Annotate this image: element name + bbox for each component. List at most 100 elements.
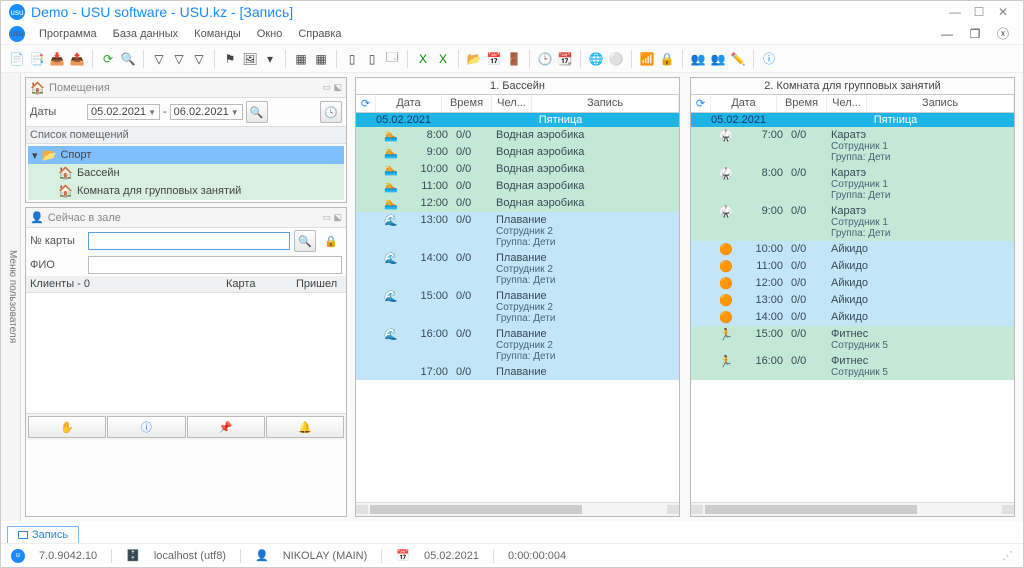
tb-exit-icon[interactable]: 🚪 <box>506 51 522 67</box>
tb-refresh-icon[interactable]: ⟳ <box>100 51 116 67</box>
tb-brush-icon[interactable]: ✏️ <box>730 51 746 67</box>
refresh-column-icon[interactable]: ⟳ <box>691 95 711 112</box>
house-icon: 🏠 <box>30 81 45 95</box>
schedule-row[interactable]: 🌊14:000/0ПлаваниеСотрудник 2Группа: Дети <box>356 250 679 288</box>
search-card-button[interactable]: 🔍 <box>294 230 316 252</box>
h-scrollbar[interactable] <box>691 502 1014 516</box>
tb-excel-icon[interactable]: X <box>415 51 431 67</box>
tb-ball-icon[interactable]: ⚪ <box>608 51 624 67</box>
schedule-row[interactable]: 🌊16:000/0ПлаваниеСотрудник 2Группа: Дети <box>356 326 679 364</box>
tb-excel2-icon[interactable]: X <box>435 51 451 67</box>
tree-item-pool[interactable]: 🏠 Бассейн <box>28 164 344 182</box>
tb-filter3-icon[interactable]: ▽ <box>191 51 207 67</box>
tb-save-icon[interactable]: 📥 <box>49 51 65 67</box>
user-menu-tab[interactable]: Меню пользователя <box>1 73 21 521</box>
tb-layout1-icon[interactable]: ▯ <box>344 51 360 67</box>
tb-info-icon[interactable]: ⓘ <box>761 51 777 67</box>
status-host: localhost (utf8) <box>154 550 226 562</box>
resize-grip-icon[interactable]: ⋰ <box>1002 549 1013 562</box>
refresh-column-icon[interactable]: ⟳ <box>356 95 376 112</box>
tb-globe-icon[interactable]: 🌐 <box>588 51 604 67</box>
schedule-row[interactable]: 🏊12:000/0Водная аэробика <box>356 195 679 212</box>
tb-export-icon[interactable]: 📤 <box>69 51 85 67</box>
tree-item-grouproom[interactable]: 🏠 Комната для групповых занятий <box>28 182 344 200</box>
menu-database[interactable]: База данных <box>107 26 185 42</box>
lock-button[interactable]: 🔒 <box>320 230 342 252</box>
pin-button[interactable]: 📌 <box>187 416 265 438</box>
status-date: 05.02.2021 <box>424 550 479 562</box>
child-restore-button[interactable]: ❐ <box>963 25 987 43</box>
house-icon: 🏠 <box>58 166 73 180</box>
schedule-row[interactable]: 🟠11:000/0Айкидо <box>691 258 1014 275</box>
tb-layout2-icon[interactable]: ▯ <box>364 51 380 67</box>
card-number-label: № карты <box>30 235 84 247</box>
tb-window-icon[interactable]: 🗔 <box>384 51 400 67</box>
tb-flag-icon[interactable]: ⚑ <box>222 51 238 67</box>
info-button[interactable]: ⓘ <box>107 416 185 438</box>
tb-rss-icon[interactable]: 📶 <box>639 51 655 67</box>
tb-folder-open-icon[interactable]: 📂 <box>466 51 482 67</box>
tb-image-icon[interactable]: 🖼 <box>242 51 258 67</box>
schedule-row[interactable]: 🥋9:000/0КаратэСотрудник 1Группа: Дети <box>691 203 1014 241</box>
clients-list[interactable] <box>26 293 346 413</box>
minimize-button[interactable]: — <box>943 5 967 19</box>
maximize-button[interactable]: ☐ <box>967 5 991 19</box>
schedule-row[interactable]: 17:000/0Плавание <box>356 364 679 380</box>
tree-root-sport[interactable]: ▾ Спорт <box>28 146 344 164</box>
menu-help[interactable]: Справка <box>292 26 347 42</box>
tree-collapse-icon[interactable]: ▾ <box>32 149 38 162</box>
bell-button[interactable]: 🔔 <box>266 416 344 438</box>
schedule-row[interactable]: 🟠10:000/0Айкидо <box>691 241 1014 258</box>
schedule-row[interactable]: 🌊13:000/0ПлаваниеСотрудник 2Группа: Дети <box>356 212 679 250</box>
schedule-row[interactable]: 🏊11:000/0Водная аэробика <box>356 178 679 195</box>
schedule-row[interactable]: 🟠13:000/0Айкидо <box>691 292 1014 309</box>
house-icon: 🏠 <box>58 184 73 198</box>
tb-users2-icon[interactable]: 👥 <box>710 51 726 67</box>
tb-search-icon[interactable]: 🔍 <box>120 51 136 67</box>
schedule-row[interactable]: 🥋7:000/0КаратэСотрудник 1Группа: Дети <box>691 127 1014 165</box>
panel-collapse-icon[interactable]: ▭ ⬕ <box>322 212 342 223</box>
child-close-button[interactable]: ⓧ <box>991 23 1015 44</box>
clock-dates-button[interactable]: 🕓 <box>320 101 342 123</box>
rooms-panel: 🏠 Помещения ▭ ⬕ Даты 05.02.2021▼ - 06.02… <box>25 77 347 203</box>
card-number-input[interactable] <box>88 232 290 250</box>
menu-program[interactable]: Программа <box>33 26 103 42</box>
close-button[interactable]: ✕ <box>991 5 1015 19</box>
schedule-row[interactable]: 🟠14:000/0Айкидо <box>691 309 1014 326</box>
tb-clock-icon[interactable]: 🕒 <box>537 51 553 67</box>
sched2-rows[interactable]: 05.02.2021Пятница🥋7:000/0КаратэСотрудник… <box>691 113 1014 502</box>
tb-filter-clear-icon[interactable]: ▽ <box>171 51 187 67</box>
schedule-row[interactable]: 🏊10:000/0Водная аэробика <box>356 161 679 178</box>
tab-record[interactable]: Запись <box>7 526 79 543</box>
tb-calendar-icon[interactable]: 📆 <box>557 51 573 67</box>
schedule-row[interactable]: 🏊8:000/0Водная аэробика <box>356 127 679 144</box>
date-from-combo[interactable]: 05.02.2021▼ <box>87 104 160 120</box>
menu-logo-icon: usu <box>9 26 25 42</box>
tb-copy-icon[interactable]: 📑 <box>29 51 45 67</box>
schedule-row[interactable]: 🟠12:000/0Айкидо <box>691 275 1014 292</box>
fio-input[interactable] <box>88 256 342 274</box>
h-scrollbar[interactable] <box>356 502 679 516</box>
schedule-row[interactable]: 🏃15:000/0ФитнесСотрудник 5 <box>691 326 1014 353</box>
tb-dropdown-icon[interactable]: ▾ <box>262 51 278 67</box>
hand-button[interactable]: ✋ <box>28 416 106 438</box>
panel-collapse-icon[interactable]: ▭ ⬕ <box>322 82 342 93</box>
tb-grid2-icon[interactable]: ▦ <box>313 51 329 67</box>
tb-event-icon[interactable]: 📅 <box>486 51 502 67</box>
schedule-row[interactable]: 🌊15:000/0ПлаваниеСотрудник 2Группа: Дети <box>356 288 679 326</box>
menu-window[interactable]: Окно <box>251 26 289 42</box>
tb-users1-icon[interactable]: 👥 <box>690 51 706 67</box>
schedule-row[interactable]: 🏃16:000/0ФитнесСотрудник 5 <box>691 353 1014 380</box>
tb-grid-icon[interactable]: ▦ <box>293 51 309 67</box>
tb-filter-icon[interactable]: ▽ <box>151 51 167 67</box>
tb-lock-icon[interactable]: 🔒 <box>659 51 675 67</box>
clients-header: Клиенты - 0 Карта Пришел <box>26 276 346 293</box>
schedule-row[interactable]: 🥋8:000/0КаратэСотрудник 1Группа: Дети <box>691 165 1014 203</box>
sched1-rows[interactable]: 05.02.2021Пятница🏊8:000/0Водная аэробика… <box>356 113 679 502</box>
tb-new-icon[interactable]: 📄 <box>9 51 25 67</box>
schedule-row[interactable]: 🏊9:000/0Водная аэробика <box>356 144 679 161</box>
date-to-combo[interactable]: 06.02.2021▼ <box>170 104 243 120</box>
search-dates-button[interactable]: 🔍 <box>246 101 268 123</box>
child-minimize-button[interactable]: — <box>935 25 959 43</box>
menu-commands[interactable]: Команды <box>188 26 247 42</box>
